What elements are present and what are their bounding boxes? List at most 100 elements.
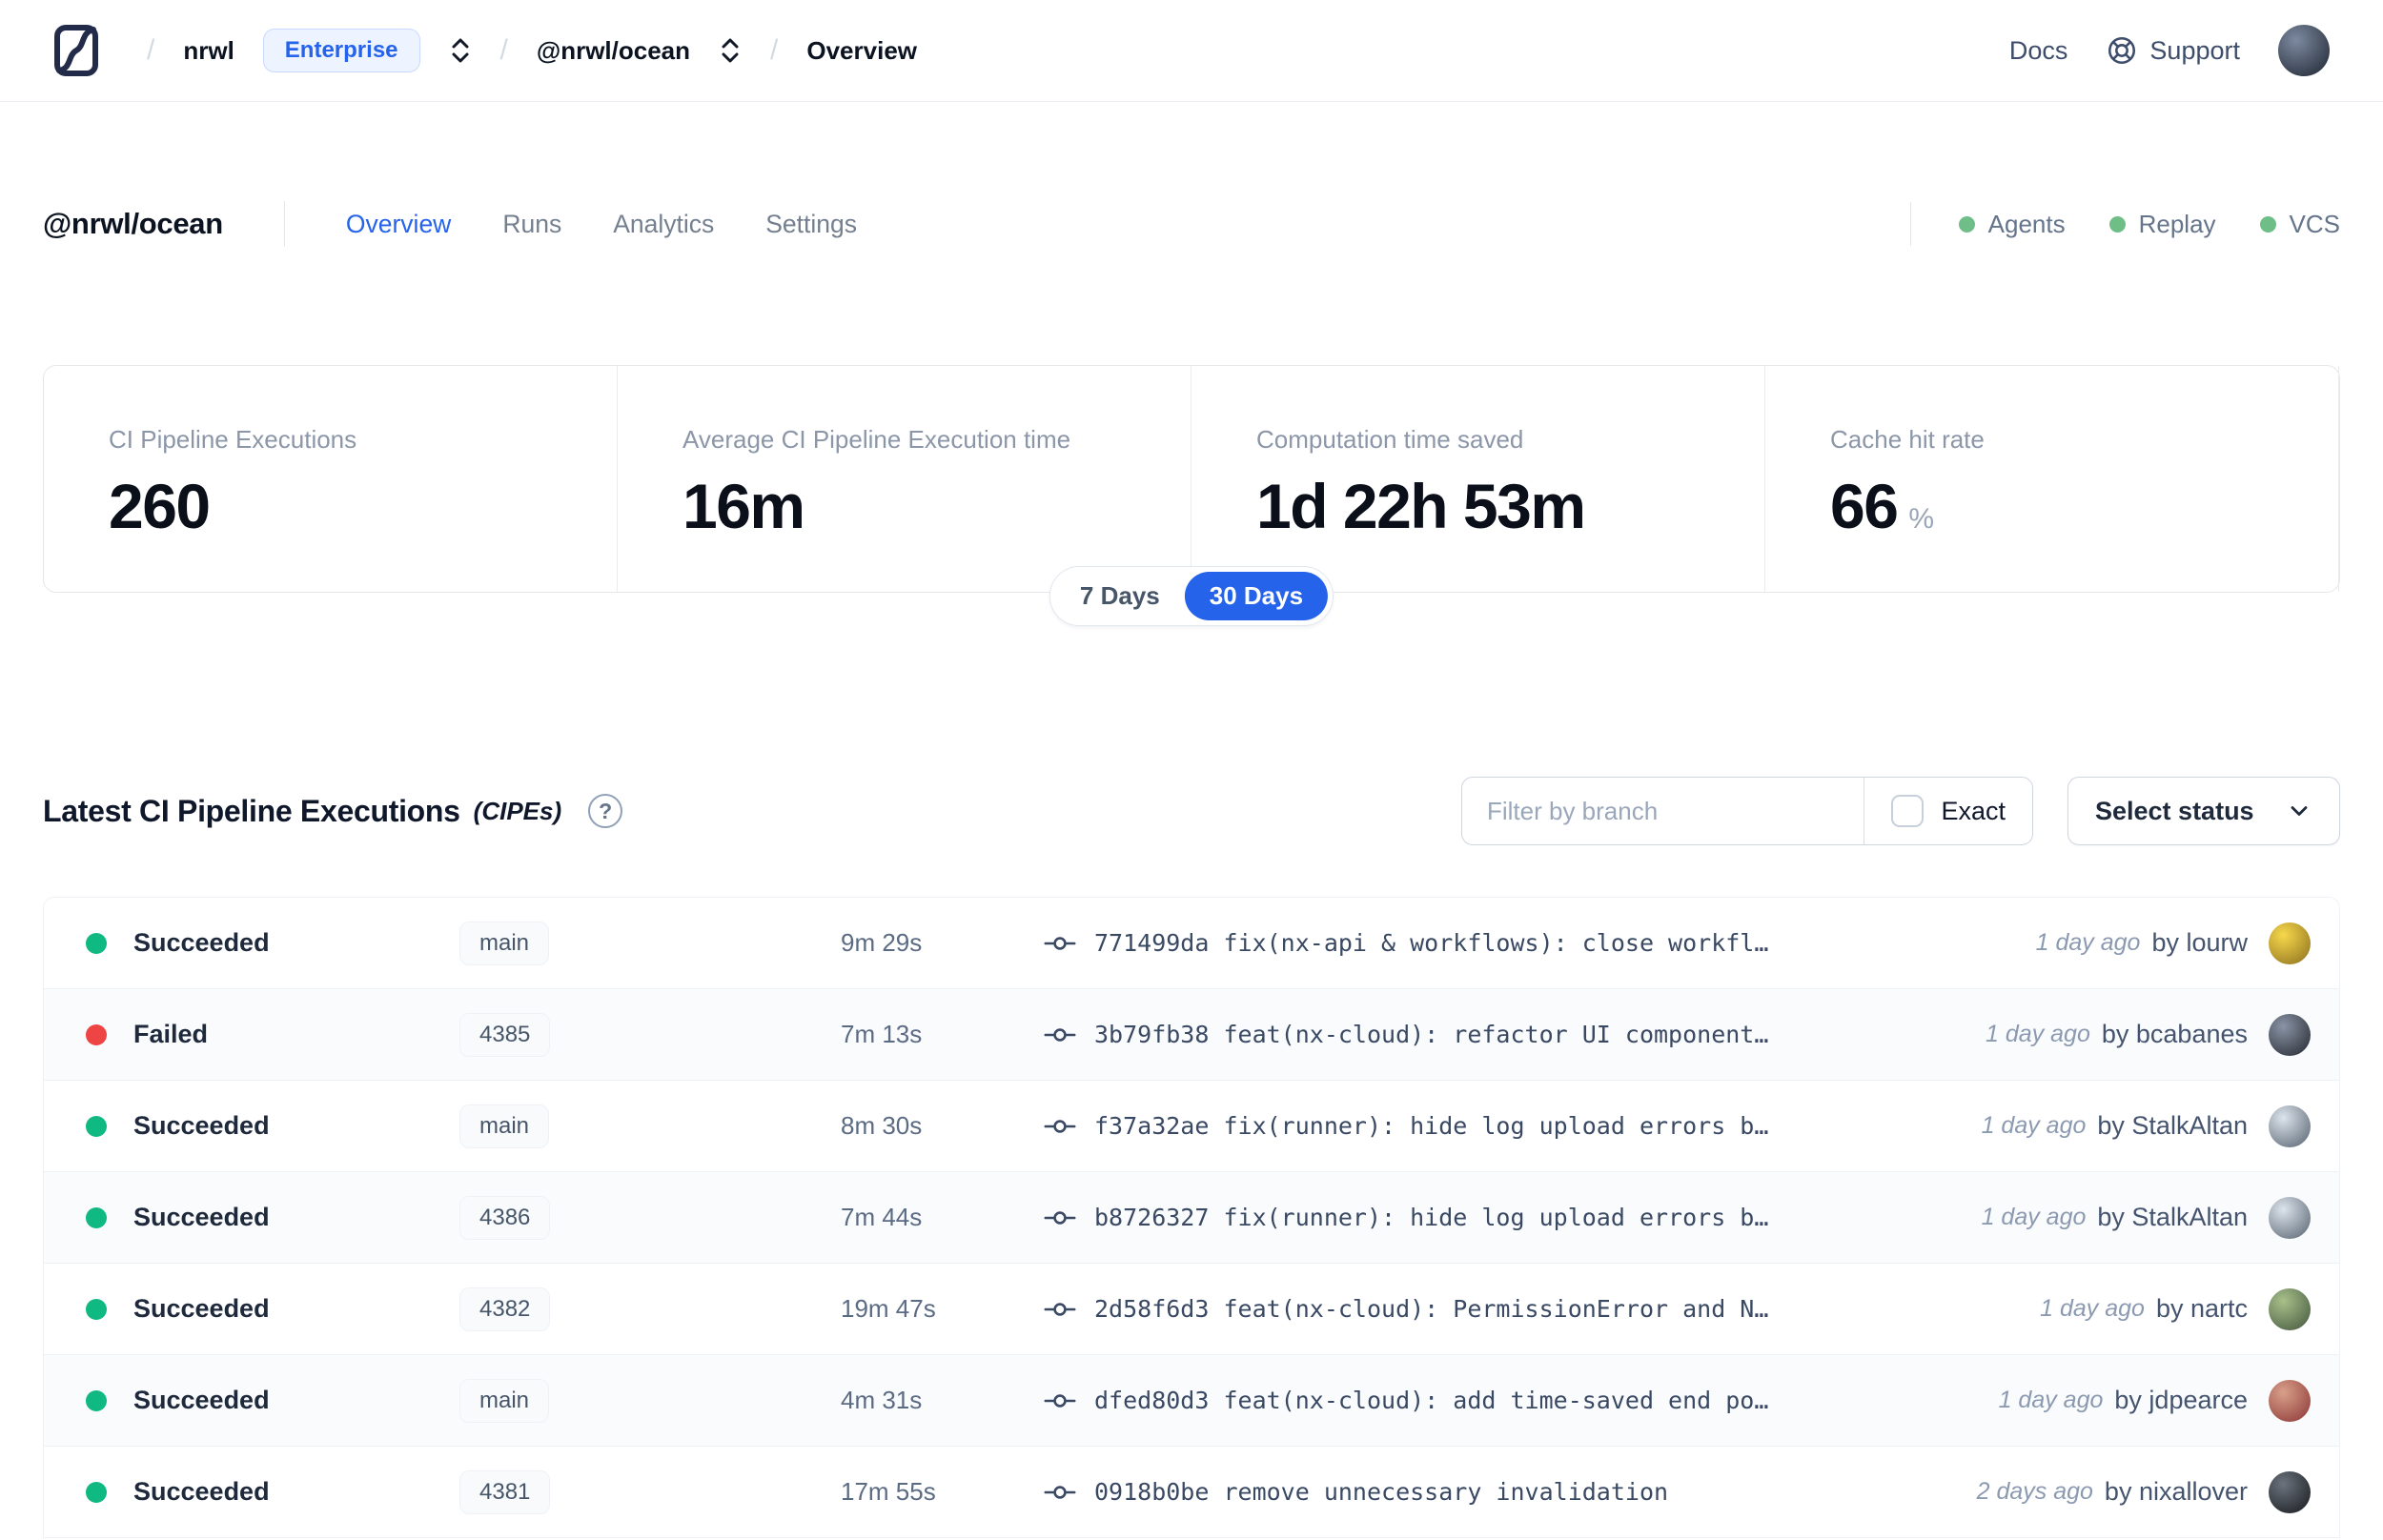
- stat-label: Average CI Pipeline Execution time: [682, 425, 1071, 454]
- cipe-duration: 8m 30s: [841, 1111, 923, 1140]
- commit-message: 0918b0be remove unnecessary invalidation: [1094, 1478, 1669, 1506]
- cipe-branch-cell: 4381: [459, 1469, 841, 1514]
- stat-value: 66: [1830, 471, 1899, 541]
- cipe-table: Succeeded main 9m 29s 771499da fix(nx-ap…: [43, 897, 2340, 1538]
- cipe-duration: 7m 13s: [841, 1020, 923, 1048]
- cipe-row[interactable]: Succeeded main 4m 31s dfed80d3 feat(nx-c…: [44, 1355, 2339, 1447]
- cipe-status-cell: Succeeded: [44, 1111, 459, 1141]
- exact-filter: Exact: [1864, 795, 2032, 827]
- stat-cache-hit-rate: Cache hit rate 66%: [1765, 366, 2339, 592]
- tab-settings[interactable]: Settings: [765, 210, 857, 239]
- time-ago: 1 day ago: [2035, 929, 2141, 956]
- branch-badge: 4385: [459, 1012, 551, 1057]
- cipe-commit-cell: 3b79fb38 feat(nx-cloud): refactor UI com…: [1041, 1021, 1966, 1048]
- status-dot-icon: [86, 1389, 107, 1411]
- cipe-status-cell: Succeeded: [44, 1386, 459, 1415]
- tab-analytics[interactable]: Analytics: [613, 210, 714, 239]
- status-dot-icon: [86, 1023, 107, 1045]
- stat-value: 16m: [682, 471, 805, 541]
- green-dot-icon: [2108, 215, 2126, 233]
- status-text: Succeeded: [133, 1386, 270, 1414]
- stat-value: 1d 22h 53m: [1256, 471, 1586, 541]
- branch-filter-input[interactable]: [1462, 778, 1864, 844]
- breadcrumb-org[interactable]: nrwl: [183, 36, 234, 66]
- cipe-row[interactable]: Succeeded 4381 17m 55s 0918b0be remove u…: [44, 1447, 2339, 1538]
- branch-badge: main: [459, 921, 550, 965]
- time-ago: 1 day ago: [1998, 1387, 2104, 1413]
- cipe-commit-cell: 0918b0be remove unnecessary invalidation: [1041, 1478, 1958, 1506]
- cipe-commit-cell: dfed80d3 feat(nx-cloud): add time-saved …: [1041, 1387, 1980, 1414]
- workspace-switcher-icon[interactable]: [719, 35, 742, 66]
- branch-badge: main: [459, 1378, 550, 1423]
- cipe-status-cell: Succeeded: [44, 928, 459, 958]
- stat-computation-time-saved: Computation time saved 1d 22h 53m: [1192, 366, 1765, 592]
- cipe-meta-cell: 1 day ago by StalkAltan: [1981, 1196, 2311, 1239]
- git-commit-icon: [1041, 1388, 1079, 1413]
- status-dot-icon: [86, 1298, 107, 1320]
- cipe-commit-cell: b8726327 fix(runner): hide log upload er…: [1041, 1204, 1963, 1231]
- toggle-30-days[interactable]: 30 Days: [1184, 572, 1329, 620]
- nx-cloud-logo-icon[interactable]: [53, 23, 101, 78]
- cipe-branch-cell: 4386: [459, 1195, 841, 1240]
- help-icon[interactable]: ?: [588, 794, 623, 828]
- cipe-commit-cell: 771499da fix(nx-api & workflows): close …: [1041, 929, 2017, 957]
- cipe-duration: 4m 31s: [841, 1386, 923, 1414]
- time-ago: 1 day ago: [1981, 1204, 2087, 1230]
- org-switcher-icon[interactable]: [449, 35, 472, 66]
- toggle-7-days[interactable]: 7 Days: [1055, 572, 1185, 620]
- commit-message: 2d58f6d3 feat(nx-cloud): PermissionError…: [1094, 1295, 1769, 1323]
- user-avatar[interactable]: [2278, 25, 2330, 76]
- git-commit-icon: [1041, 1297, 1079, 1322]
- commit-message: f37a32ae fix(runner): hide log upload er…: [1094, 1112, 1769, 1140]
- cipe-status-cell: Succeeded: [44, 1203, 459, 1232]
- cipe-duration: 19m 47s: [841, 1294, 936, 1323]
- lifebuoy-icon: [2108, 36, 2136, 65]
- cipe-row[interactable]: Succeeded 4382 19m 47s 2d58f6d3 feat(nx-…: [44, 1264, 2339, 1355]
- cipe-row[interactable]: Succeeded main 8m 30s f37a32ae fix(runne…: [44, 1081, 2339, 1172]
- breadcrumb-workspace[interactable]: @nrwl/ocean: [537, 36, 690, 66]
- cipe-row[interactable]: Succeeded main 9m 29s 771499da fix(nx-ap…: [44, 898, 2339, 989]
- avatar: [2269, 1013, 2311, 1056]
- author: by lourw: [2151, 928, 2248, 957]
- tab-overview[interactable]: Overview: [346, 210, 451, 239]
- status-text: Succeeded: [133, 1203, 270, 1231]
- branch-badge: main: [459, 1104, 550, 1148]
- green-dot-icon: [2259, 215, 2276, 233]
- docs-link[interactable]: Docs: [2009, 36, 2068, 66]
- workspace-status-indicators: Agents Replay VCS: [1909, 202, 2340, 246]
- cipe-duration: 17m 55s: [841, 1477, 936, 1506]
- cipe-branch-cell: main: [459, 1378, 841, 1423]
- breadcrumb-separator: /: [147, 34, 155, 66]
- stats-panel: CI Pipeline Executions 260 Average CI Pi…: [43, 365, 2340, 626]
- cipes-header: Latest CI Pipeline Executions (CIPEs) ? …: [0, 777, 2383, 845]
- indicator-vcs[interactable]: VCS: [2259, 210, 2340, 239]
- git-commit-icon: [1041, 1206, 1079, 1230]
- git-commit-icon: [1041, 1114, 1079, 1139]
- branch-filter-group: Exact: [1461, 777, 2033, 845]
- stat-ci-pipeline-executions: CI Pipeline Executions 260: [44, 366, 618, 592]
- cipe-row[interactable]: Failed 4385 7m 13s 3b79fb38 feat(nx-clou…: [44, 989, 2339, 1081]
- avatar: [2269, 1287, 2311, 1330]
- avatar: [2269, 1196, 2311, 1239]
- indicator-agents[interactable]: Agents: [1958, 210, 2066, 239]
- breadcrumb: / nrwl Enterprise / @nrwl/ocean / Overvi…: [147, 29, 917, 72]
- status-dot-icon: [86, 1206, 107, 1228]
- support-link[interactable]: Support: [2106, 34, 2240, 67]
- exact-checkbox[interactable]: [1891, 795, 1925, 827]
- tab-runs[interactable]: Runs: [502, 210, 561, 239]
- cipe-commit-cell: 2d58f6d3 feat(nx-cloud): PermissionError…: [1041, 1295, 2021, 1323]
- cipe-meta-cell: 1 day ago by lourw: [2036, 922, 2311, 964]
- status-select-dropdown[interactable]: Select status: [2067, 777, 2340, 845]
- avatar: [2269, 922, 2311, 964]
- author: by nixallover: [2104, 1477, 2248, 1506]
- branch-badge: 4382: [459, 1287, 551, 1331]
- status-text: Failed: [133, 1020, 209, 1048]
- avatar: [2269, 1379, 2311, 1422]
- indicator-replay[interactable]: Replay: [2108, 210, 2216, 239]
- status-dot-icon: [86, 932, 107, 954]
- time-ago: 1 day ago: [1986, 1021, 2090, 1047]
- cipe-meta-cell: 1 day ago by StalkAltan: [1982, 1104, 2311, 1147]
- cipe-row[interactable]: Succeeded 4386 7m 44s b8726327 fix(runne…: [44, 1172, 2339, 1264]
- time-ago: 2 days ago: [1976, 1478, 2093, 1505]
- author: by StalkAltan: [2097, 1111, 2248, 1140]
